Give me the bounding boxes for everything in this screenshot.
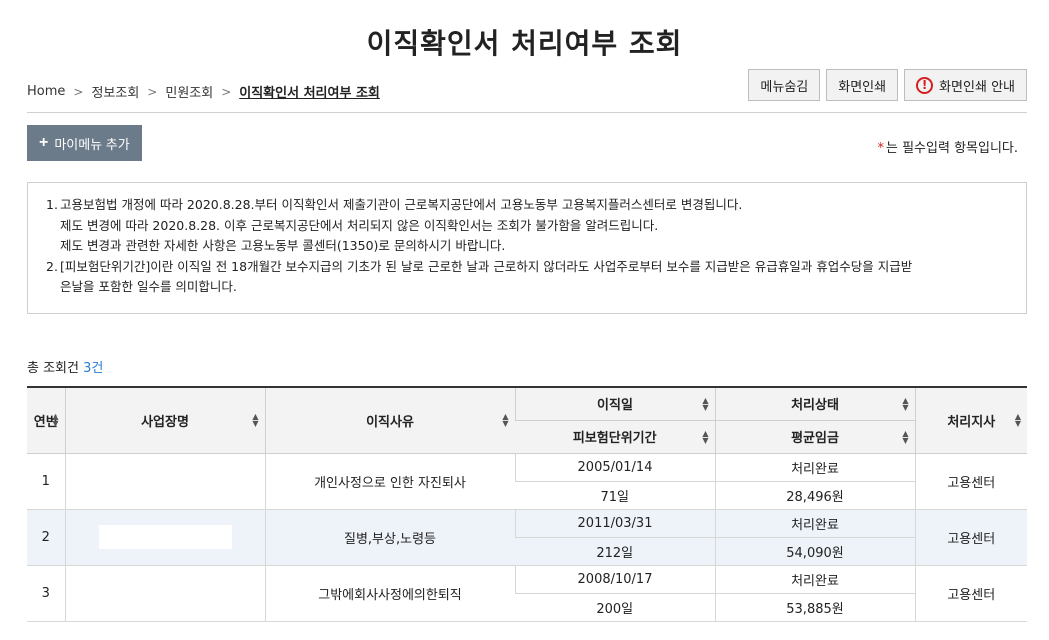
- chevron-right-icon: >: [73, 84, 84, 99]
- sort-icon[interactable]: ▲ ▼: [902, 429, 908, 444]
- sort-icon[interactable]: ▲ ▼: [702, 396, 708, 411]
- cell-reason: 그밖에회사사정에의한퇴직: [264, 565, 515, 622]
- column-header-no[interactable]: 연번 ▲ ▼: [27, 386, 65, 454]
- cell-reason: 개인사정으로 인한 자진퇴사: [264, 453, 515, 510]
- breadcrumb: Home > 정보조회 > 민원조회 > 이직확인서 처리여부 조회: [27, 82, 380, 101]
- sort-icon[interactable]: ▲ ▼: [1015, 413, 1021, 428]
- table-row[interactable]: 2 질병,부상,노령등 2011/03/31 처리완료 고용센터: [27, 509, 1027, 566]
- cell-insured-period: 212일: [515, 537, 715, 566]
- cell-no: 1: [27, 453, 65, 510]
- add-mymenu-button[interactable]: + 마이메뉴 추가: [27, 125, 142, 161]
- column-header-leave-date[interactable]: 이직일 ▲ ▼: [514, 386, 715, 421]
- notice-item-text: 고용보험법 개정에 따라 2020.8.28.부터 이직확인서 제출기관이 근로…: [60, 197, 743, 212]
- cell-status: 처리완료: [714, 565, 915, 594]
- required-star: *: [877, 141, 885, 156]
- cell-branch: 고용센터: [914, 509, 1027, 566]
- total-count: 총 조회건 3건: [27, 357, 103, 376]
- breadcrumb-civil[interactable]: 민원조회: [165, 82, 213, 101]
- page-title: 이직확인서 처리여부 조회: [366, 27, 683, 60]
- column-header-reason[interactable]: 이직사유 ▲ ▼: [264, 386, 515, 454]
- cell-insured-period: 200일: [515, 593, 715, 622]
- cell-no: 2: [27, 509, 65, 566]
- cell-avg-wage: 54,090원: [714, 537, 915, 566]
- breadcrumb-home[interactable]: Home: [27, 84, 65, 99]
- menu-hide-button[interactable]: 메뉴숨김: [748, 69, 821, 101]
- required-note-text: 는 필수입력 항목입니다.: [886, 141, 1018, 156]
- breadcrumb-current: 이직확인서 처리여부 조회: [239, 86, 380, 101]
- cell-insured-period: 71일: [515, 481, 715, 510]
- add-mymenu-label: 마이메뉴 추가: [54, 136, 130, 152]
- sort-icon[interactable]: ▲ ▼: [52, 413, 58, 428]
- notice-item-number: 2.: [46, 258, 58, 274]
- required-note: * 는 필수입력 항목입니다.: [878, 137, 1019, 156]
- cell-avg-wage: 28,496원: [714, 481, 915, 510]
- cell-reason: 질병,부상,노령등: [264, 509, 515, 566]
- notice-item-1-line-2: 제도 변경에 따라 2020.8.28. 이후 근로복지공단에서 처리되지 않은…: [60, 217, 659, 233]
- result-table: 연번 ▲ ▼ 사업장명 ▲ ▼ 이직사유 ▲ ▼ 이직일 ▲ ▼ 처리상태 ▲ ▼ 처리지사 ▲ ▼ 피…: [27, 386, 1027, 622]
- cell-leave-date: 2008/10/17: [514, 565, 715, 594]
- sort-icon[interactable]: ▲ ▼: [252, 413, 258, 428]
- cell-company: [64, 509, 265, 566]
- alert-circle-icon: !: [916, 76, 934, 94]
- top-button-group: 메뉴숨김 화면인쇄 ! 화면인쇄 안내: [748, 69, 1027, 101]
- cell-leave-date: 2005/01/14: [514, 453, 715, 482]
- notice-item-2-line-2: 은날을 포함한 일수를 의미합니다.: [60, 279, 237, 294]
- cell-avg-wage: 53,885원: [714, 593, 915, 622]
- notice-item-text: [피보험단위기간]이란 이직일 전 18개월간 보수지급의 기초가 된 날로 근…: [60, 258, 913, 274]
- cell-branch: 고용센터: [914, 453, 1027, 510]
- print-guide-button[interactable]: ! 화면인쇄 안내: [904, 69, 1027, 101]
- notice-item-1: 1. 고용보험법 개정에 따라 2020.8.28.부터 이직확인서 제출기관이…: [46, 195, 1010, 216]
- sort-icon[interactable]: ▲ ▼: [502, 413, 508, 428]
- cell-company: [64, 453, 265, 510]
- cell-no: 3: [27, 565, 65, 622]
- column-header-insured-period[interactable]: 피보험단위기간 ▲ ▼: [515, 420, 715, 454]
- sort-icon[interactable]: ▲ ▼: [702, 429, 708, 444]
- chevron-right-icon: >: [147, 84, 158, 99]
- column-header-status[interactable]: 처리상태 ▲ ▼: [714, 386, 915, 421]
- masked-company-name: [98, 525, 232, 549]
- notice-item-1-line-3: 제도 변경과 관련한 자세한 사항은 고용노동부 콜센터(1350)로 문의하시…: [60, 238, 506, 253]
- breadcrumb-info[interactable]: 정보조회: [91, 82, 139, 101]
- cell-company: [64, 565, 265, 622]
- notice-item-number: 1.: [46, 197, 58, 212]
- chevron-right-icon: >: [221, 84, 232, 99]
- cell-leave-date: 2011/03/31: [514, 509, 715, 538]
- column-header-branch[interactable]: 처리지사 ▲ ▼: [914, 386, 1027, 454]
- cell-branch: 고용센터: [914, 565, 1027, 622]
- plus-icon: +: [39, 134, 49, 151]
- header-divider: [27, 112, 1027, 113]
- table-row[interactable]: 3 그밖에회사사정에의한퇴직 2008/10/17 처리완료 고용센터: [27, 565, 1027, 622]
- print-guide-label: 화면인쇄 안내: [939, 79, 1015, 95]
- notice-box: 1. 고용보험법 개정에 따라 2020.8.28.부터 이직확인서 제출기관이…: [27, 182, 1027, 314]
- sort-icon[interactable]: ▲ ▼: [902, 396, 908, 411]
- notice-item-2: 2. [피보험단위기간]이란 이직일 전 18개월간 보수지급의 기초가 된 날…: [46, 257, 1010, 278]
- print-button[interactable]: 화면인쇄: [826, 69, 899, 101]
- total-count-value: 3건: [83, 361, 104, 376]
- total-count-label: 총 조회건: [27, 361, 79, 376]
- cell-status: 처리완료: [714, 509, 915, 538]
- cell-status: 처리완료: [714, 453, 915, 482]
- column-header-company[interactable]: 사업장명 ▲ ▼: [64, 386, 265, 454]
- column-header-avg-wage[interactable]: 평균임금 ▲ ▼: [714, 420, 915, 454]
- table-row[interactable]: 1 개인사정으로 인한 자진퇴사 2005/01/14 처리완료 고용센터: [27, 453, 1027, 510]
